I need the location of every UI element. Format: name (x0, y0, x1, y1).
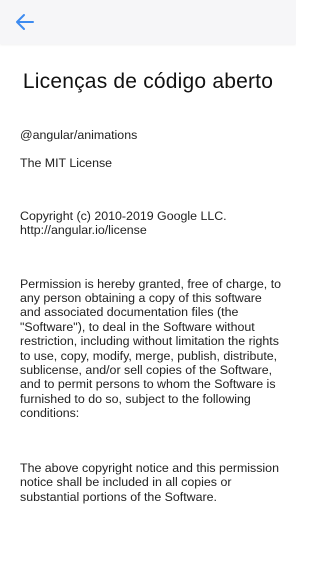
open-source-licenses-screen: Licenças de código aberto @angular/anima… (0, 0, 296, 576)
back-button[interactable] (12, 10, 38, 34)
license-text-container[interactable]: @angular/animations The MIT License Copy… (20, 128, 282, 504)
package-name: @angular/animations (20, 128, 138, 142)
top-app-bar (0, 0, 296, 44)
arrow-left-icon (16, 14, 34, 30)
permission-paragraph: Permission is hereby granted, free of ch… (20, 276, 282, 421)
copyright-notice: Copyright (c) 2010-2019 Google LLC. http… (20, 208, 227, 238)
page-title: Licenças de código aberto (22, 70, 274, 93)
notice-paragraph: The above copyright notice and this perm… (20, 460, 279, 504)
license-name: The MIT License (20, 156, 113, 171)
